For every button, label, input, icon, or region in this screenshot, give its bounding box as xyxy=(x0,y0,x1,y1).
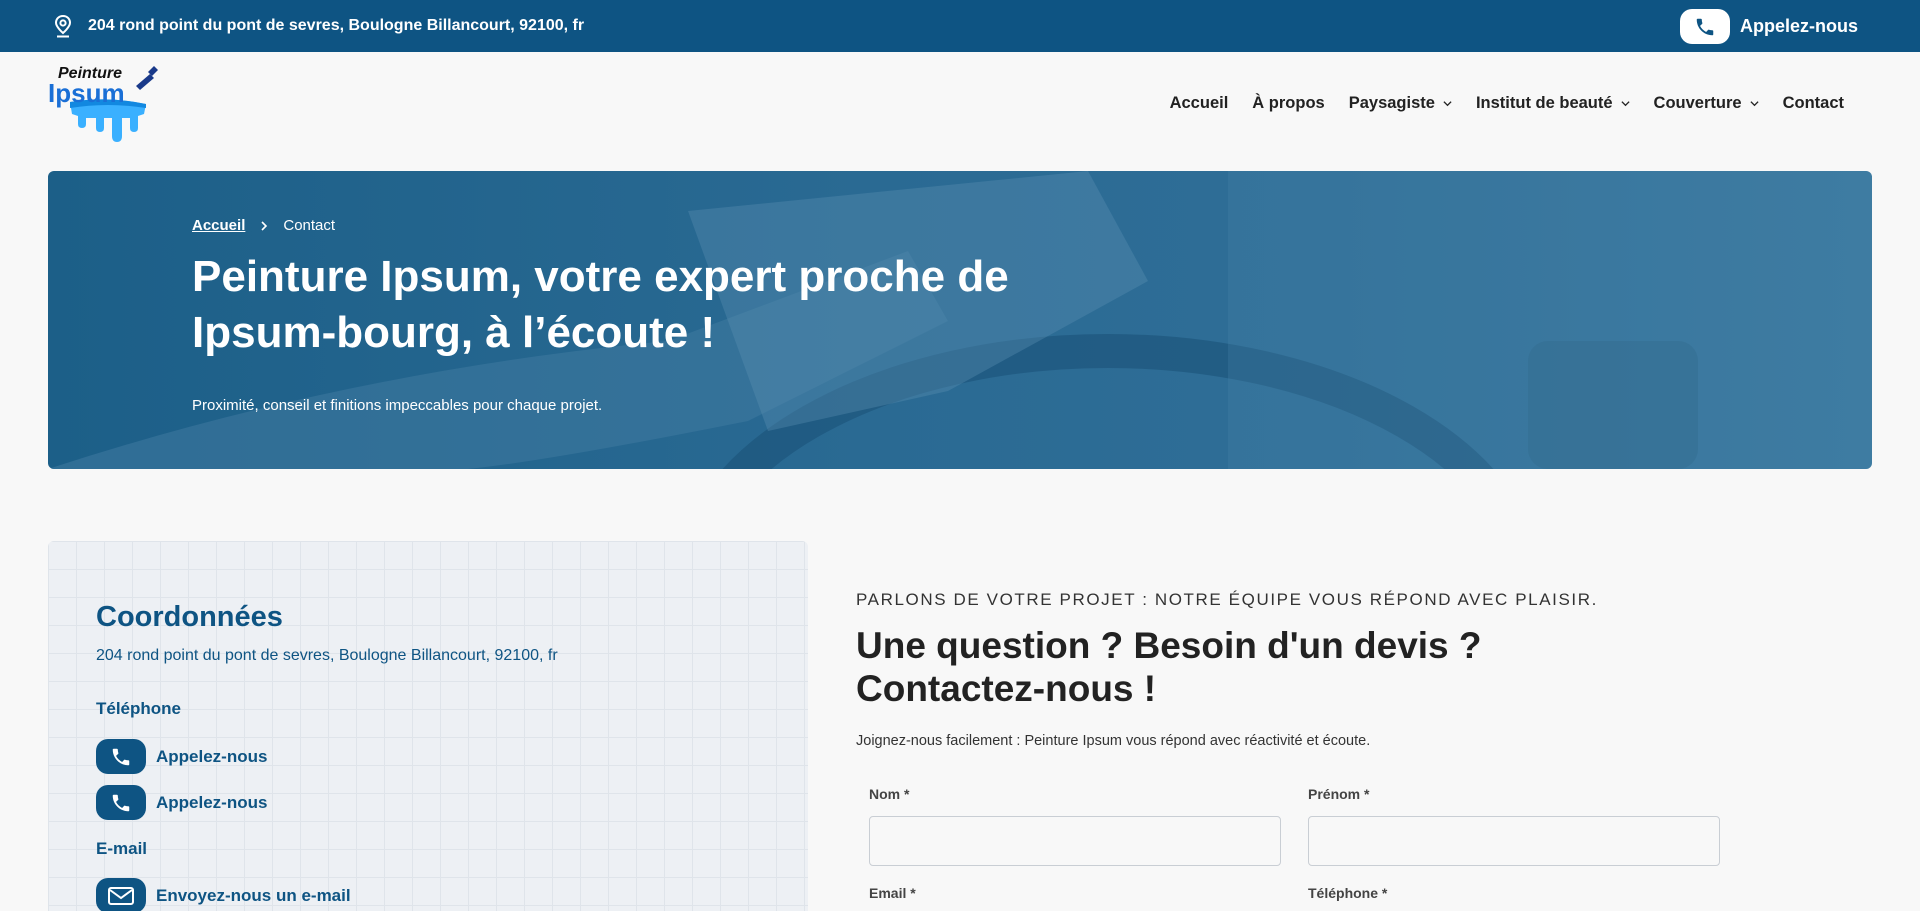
phone-heading: Téléphone xyxy=(96,699,182,718)
prenom-input[interactable] xyxy=(1308,816,1720,866)
phone-icon xyxy=(96,785,146,820)
page-title: Peinture Ipsum, votre expert proche de I… xyxy=(192,252,1009,357)
form-description: Joignez-nous facilement : Peinture Ipsum… xyxy=(856,733,1371,749)
breadcrumb-home-link[interactable]: Accueil xyxy=(192,217,245,234)
nav-item-a-propos[interactable]: À propos xyxy=(1252,94,1324,113)
site-logo[interactable]: Peinture Ipsum xyxy=(48,62,158,142)
map-pin-icon xyxy=(54,14,72,38)
call-us-button[interactable]: Appelez-nous xyxy=(1679,9,1858,44)
call-us-label: Appelez-nous xyxy=(1739,16,1858,36)
email-heading: E-mail xyxy=(96,839,148,858)
nom-label: Nom * xyxy=(869,786,910,802)
breadcrumb: Accueil Contact xyxy=(192,217,335,234)
contact-details-card: Coordonnées 204 rond point du pont de se… xyxy=(48,541,808,911)
topbar-address: 204 rond point du pont de sevres, Boulog… xyxy=(52,14,584,38)
chevron-down-icon xyxy=(1750,101,1759,107)
form-kicker: PARLONS DE VOTRE PROJET : NOTRE ÉQUIPE V… xyxy=(856,590,1598,609)
chevron-down-icon xyxy=(1443,101,1452,107)
phone-link-1[interactable]: Appelez-nous xyxy=(96,739,267,774)
nav-item-institut-de-beaute[interactable]: Institut de beauté xyxy=(1476,94,1630,113)
nav-item-contact[interactable]: Contact xyxy=(1783,94,1844,113)
phone-icon xyxy=(96,739,146,774)
main-nav: Accueil À propos Paysagiste Institut de … xyxy=(1170,94,1844,113)
contact-details-title: Coordonnées xyxy=(96,601,283,633)
prenom-label: Prénom * xyxy=(1308,786,1370,802)
envelope-icon xyxy=(96,878,146,911)
nom-input[interactable] xyxy=(869,816,1281,866)
site-header: Peinture Ipsum Accueil À propos Paysagis… xyxy=(0,52,1920,172)
svg-text:Ipsum: Ipsum xyxy=(48,78,125,108)
contact-address: 204 rond point du pont de sevres, Boulog… xyxy=(96,647,558,664)
nav-item-couverture[interactable]: Couverture xyxy=(1654,94,1759,113)
email-link[interactable]: Envoyez-nous un e-mail xyxy=(96,878,351,911)
nav-item-paysagiste[interactable]: Paysagiste xyxy=(1349,94,1452,113)
phone-link-2[interactable]: Appelez-nous xyxy=(96,785,267,820)
chevron-down-icon xyxy=(1620,101,1630,107)
breadcrumb-current: Contact xyxy=(283,217,336,234)
chevron-right-icon xyxy=(261,220,268,231)
nav-item-accueil[interactable]: Accueil xyxy=(1170,94,1229,113)
form-title: Une question ? Besoin d'un devis ? Conta… xyxy=(856,625,1482,709)
hero-subtitle: Proximité, conseil et finitions impeccab… xyxy=(192,397,603,414)
topbar-address-text: 204 rond point du pont de sevres, Boulog… xyxy=(88,17,585,34)
telephone-label: Téléphone * xyxy=(1308,885,1388,901)
email-label: Email * xyxy=(869,885,916,901)
top-bar: 204 rond point du pont de sevres, Boulog… xyxy=(0,0,1920,52)
phone-icon xyxy=(1679,9,1730,44)
hero-banner: Accueil Contact Peinture Ipsum, votre ex… xyxy=(48,171,1872,469)
